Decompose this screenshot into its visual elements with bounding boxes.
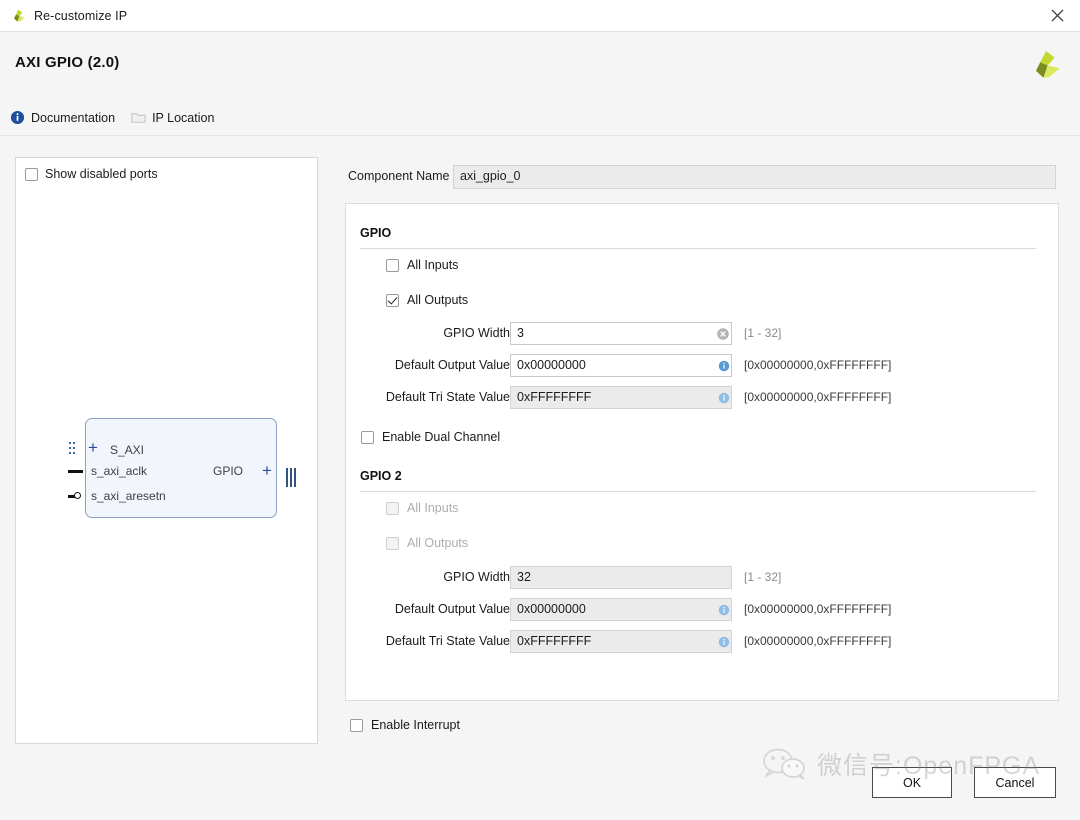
gpio2-width-hint: [1 - 32] bbox=[744, 570, 782, 584]
gpio2-default-output-hint: [0x00000000,0xFFFFFFFF] bbox=[744, 602, 892, 616]
checkbox-box bbox=[386, 293, 399, 307]
gpio2-default-tristate-hint: [0x00000000,0xFFFFFFFF] bbox=[744, 634, 892, 648]
port-label-gpio: GPIO bbox=[213, 464, 244, 478]
folder-icon bbox=[131, 113, 146, 123]
cancel-button[interactable]: Cancel bbox=[974, 767, 1056, 798]
ip-location-link[interactable]: IP Location bbox=[131, 110, 214, 125]
window-title: Re-customize IP bbox=[34, 8, 128, 23]
gpio-width-hint: [1 - 32] bbox=[744, 326, 782, 340]
clear-field-icon[interactable] bbox=[716, 327, 730, 341]
info-icon[interactable] bbox=[718, 360, 730, 372]
gpio-default-tristate-row: Default Tri State Value 0xFFFFFFFF [0x00… bbox=[346, 386, 891, 409]
gpio-width-label: GPIO Width bbox=[443, 326, 510, 340]
ip-location-label: IP Location bbox=[152, 110, 215, 125]
component-name-input[interactable]: axi_gpio_0 bbox=[453, 165, 1056, 189]
gpio2-default-tristate-label: Default Tri State Value bbox=[385, 634, 510, 648]
gpio-expander-icon[interactable]: + bbox=[262, 462, 272, 479]
active-low-bubble-icon bbox=[74, 492, 81, 499]
checkbox-box bbox=[386, 258, 399, 272]
checkbox-box bbox=[350, 718, 363, 732]
checkbox-box bbox=[361, 430, 374, 444]
port-label-s-axi-aresetn: s_axi_aresetn bbox=[91, 489, 166, 503]
checkbox-box bbox=[386, 501, 399, 515]
clock-port-stub bbox=[68, 470, 83, 473]
gpio2-all-outputs-checkbox: All Outputs bbox=[386, 536, 468, 550]
gpio2-width-row: GPIO Width 32 [1 - 32] bbox=[346, 566, 781, 589]
bus-expander-icon[interactable]: + bbox=[88, 439, 98, 456]
info-icon[interactable] bbox=[718, 392, 730, 404]
gpio2-group-title: GPIO 2 bbox=[360, 469, 402, 483]
show-disabled-ports-label: Show disabled ports bbox=[45, 167, 158, 181]
gpio-width-row: GPIO Width 3 [1 - 32] bbox=[346, 322, 781, 345]
checkbox-box bbox=[25, 167, 38, 181]
gpio-group-divider bbox=[360, 248, 1036, 249]
info-icon[interactable] bbox=[718, 604, 730, 616]
component-name-label: Component Name bbox=[348, 169, 450, 183]
header-toolbar: Documentation IP Location bbox=[0, 100, 1080, 136]
port-label-s-axi-aclk: s_axi_aclk bbox=[91, 464, 148, 478]
port-label-s-axi: S_AXI bbox=[110, 443, 145, 457]
re-customize-ip-dialog: Re-customize IP AXI GPIO (2.0) Documenta… bbox=[0, 0, 1080, 820]
dialog-header: AXI GPIO (2.0) bbox=[0, 32, 1080, 100]
gpio2-width-label: GPIO Width bbox=[443, 570, 510, 584]
gpio2-width-input: 32 bbox=[510, 566, 732, 589]
title-bar: Re-customize IP bbox=[0, 0, 1080, 32]
close-icon bbox=[1050, 9, 1064, 22]
info-circle-icon bbox=[10, 110, 25, 125]
xilinx-logo-icon bbox=[14, 9, 25, 21]
gpio-width-input[interactable]: 3 bbox=[510, 322, 732, 345]
page-title: AXI GPIO (2.0) bbox=[15, 54, 120, 71]
checkbox-box bbox=[386, 536, 399, 550]
gpio-group-title: GPIO bbox=[360, 226, 392, 240]
enable-dual-channel-checkbox[interactable]: Enable Dual Channel bbox=[361, 430, 500, 444]
gpio-default-output-label: Default Output Value bbox=[394, 358, 510, 372]
gpio2-default-tristate-input: 0xFFFFFFFF bbox=[510, 630, 732, 653]
gpio-default-tristate-hint: [0x00000000,0xFFFFFFFF] bbox=[744, 390, 892, 404]
show-disabled-ports-checkbox[interactable]: Show disabled ports bbox=[25, 167, 158, 181]
ip-settings-panel: GPIO All Inputs All Outputs GPIO Width 3… bbox=[345, 203, 1059, 701]
enable-dual-channel-label: Enable Dual Channel bbox=[382, 430, 501, 444]
gpio-all-outputs-label: All Outputs bbox=[407, 293, 469, 307]
gpio2-all-inputs-label: All Inputs bbox=[407, 501, 459, 515]
gpio-default-output-row: Default Output Value 0x00000000 [0x00000… bbox=[346, 354, 891, 377]
gpio-all-outputs-checkbox[interactable]: All Outputs bbox=[386, 293, 468, 307]
ok-button[interactable]: OK bbox=[872, 767, 952, 798]
documentation-label: Documentation bbox=[31, 110, 116, 125]
wechat-logo-icon bbox=[763, 748, 805, 780]
gpio-default-output-hint: [0x00000000,0xFFFFFFFF] bbox=[744, 358, 892, 372]
gpio2-default-output-input: 0x00000000 bbox=[510, 598, 732, 621]
gpio-default-output-input[interactable]: 0x00000000 bbox=[510, 354, 732, 377]
gpio-bus-icon bbox=[286, 468, 299, 487]
gpio2-group-divider bbox=[360, 491, 1036, 492]
info-icon[interactable] bbox=[718, 636, 730, 648]
enable-interrupt-label: Enable Interrupt bbox=[371, 718, 460, 732]
gpio-default-tristate-input[interactable]: 0xFFFFFFFF bbox=[510, 386, 732, 409]
enable-interrupt-checkbox[interactable]: Enable Interrupt bbox=[350, 718, 460, 732]
gpio-all-inputs-checkbox[interactable]: All Inputs bbox=[386, 258, 458, 272]
component-name-row: Component Name axi_gpio_0 bbox=[348, 165, 1056, 189]
close-button[interactable] bbox=[1034, 0, 1080, 31]
documentation-link[interactable]: Documentation bbox=[10, 110, 115, 125]
gpio-all-inputs-label: All Inputs bbox=[407, 258, 459, 272]
gpio-default-tristate-label: Default Tri State Value bbox=[385, 390, 510, 404]
gpio2-all-inputs-checkbox: All Inputs bbox=[386, 501, 458, 515]
xilinx-logo-icon bbox=[1035, 51, 1060, 78]
bus-interface-icon bbox=[69, 442, 75, 454]
port-diagram-panel: Show disabled ports + S_AXI s_axi_aclk s… bbox=[15, 157, 318, 744]
gpio2-default-output-label: Default Output Value bbox=[394, 602, 510, 616]
gpio2-default-output-row: Default Output Value 0x00000000 [0x00000… bbox=[346, 598, 891, 621]
gpio2-all-outputs-label: All Outputs bbox=[407, 536, 469, 550]
gpio2-default-tristate-row: Default Tri State Value 0xFFFFFFFF [0x00… bbox=[346, 630, 891, 653]
